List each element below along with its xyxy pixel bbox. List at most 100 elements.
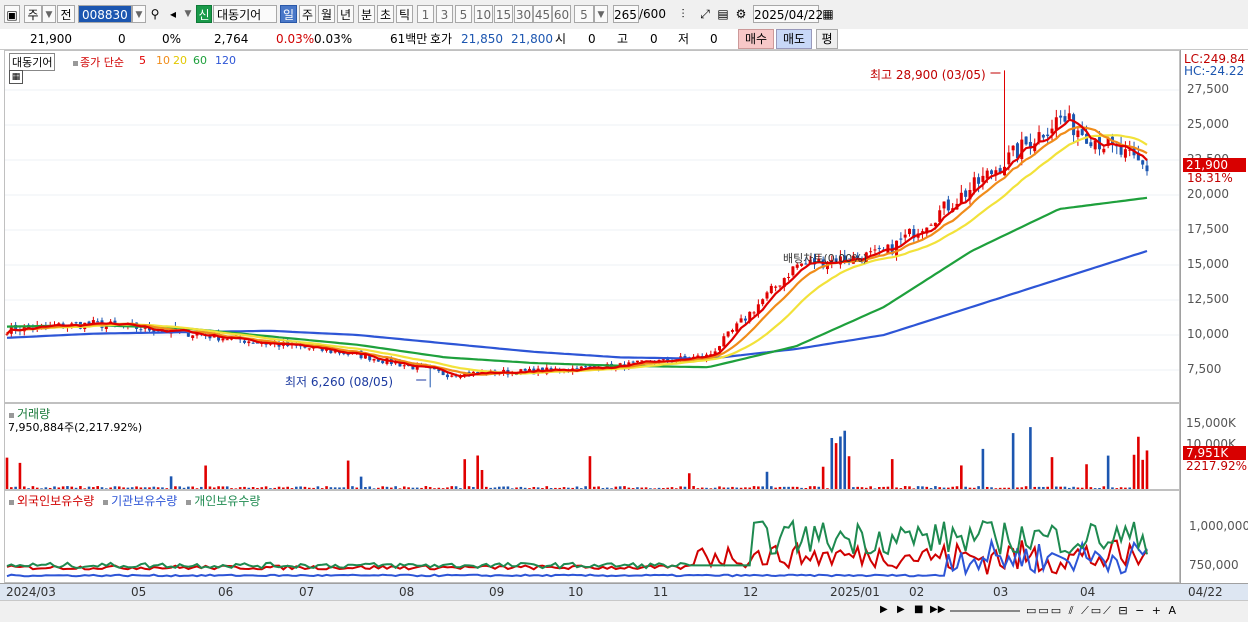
interval-5[interactable]: 5 bbox=[455, 5, 472, 23]
candle-body bbox=[631, 361, 635, 363]
interval-10[interactable]: 10 bbox=[474, 5, 493, 23]
volume-bar bbox=[998, 487, 1002, 489]
interval-60[interactable]: 60 bbox=[552, 5, 571, 23]
code-dropdown-icon[interactable]: ▼ bbox=[132, 5, 146, 23]
candle-body bbox=[523, 368, 527, 371]
prev-button[interactable]: 전 bbox=[57, 5, 75, 23]
volume-bar bbox=[230, 488, 233, 489]
volume-bar bbox=[165, 488, 169, 489]
toolbar: ▣ 주 ▼ 전 008830 ▼ ⚲ ◂ ▼ 신 대동기어 일 주 월 년 분 … bbox=[0, 0, 1248, 30]
candle-body bbox=[402, 365, 406, 367]
period-year[interactable]: 년 bbox=[337, 5, 354, 23]
volume-bar bbox=[277, 486, 281, 489]
interval-input[interactable]: 5 bbox=[574, 5, 594, 23]
volume-bar bbox=[895, 487, 898, 489]
candle-body bbox=[791, 266, 795, 276]
volume-bar bbox=[117, 486, 121, 489]
count-input[interactable]: 265 bbox=[613, 5, 639, 23]
candle-body bbox=[1024, 136, 1028, 145]
layout-icon[interactable]: ▣ bbox=[4, 5, 20, 23]
volume-bar bbox=[657, 487, 661, 489]
chevron-down-icon[interactable]: ▼ bbox=[42, 5, 56, 23]
volume-bar bbox=[342, 487, 346, 489]
interval-1[interactable]: 1 bbox=[417, 5, 434, 23]
search-icon[interactable]: ⚲ bbox=[148, 5, 162, 23]
period-week[interactable]: 주 bbox=[299, 5, 316, 23]
volume-bar bbox=[126, 487, 130, 489]
table-icon[interactable]: ▦ bbox=[9, 70, 23, 84]
volume-bar bbox=[22, 486, 26, 489]
legend-individual: 개인보유수량 bbox=[194, 494, 261, 508]
speaker-icon[interactable]: ◂ bbox=[166, 5, 180, 23]
period-minute[interactable]: 분 bbox=[358, 5, 375, 23]
save-icon[interactable]: ▤ bbox=[716, 5, 730, 23]
crosshair-icon[interactable]: ⤢ bbox=[696, 5, 714, 23]
axis-hc: HC:-24.22 bbox=[1184, 64, 1245, 78]
volume-bar bbox=[942, 487, 946, 489]
sell-button[interactable]: 매도 bbox=[776, 29, 812, 49]
candle-body bbox=[899, 238, 903, 240]
new-badge[interactable]: 신 bbox=[196, 5, 212, 23]
candle-body bbox=[929, 224, 933, 226]
volume-bar bbox=[731, 486, 734, 489]
candle-body bbox=[774, 286, 778, 288]
interval-15[interactable]: 15 bbox=[494, 5, 513, 23]
volume-bar bbox=[450, 486, 454, 489]
candle-icon[interactable]: ⫶ bbox=[674, 5, 692, 23]
volume-bar bbox=[830, 437, 834, 489]
quote-bar: 21,900 0 0% 2,764 0.03% 0.03% 61백만 호가 21… bbox=[0, 29, 1248, 50]
volume-bar bbox=[325, 486, 328, 489]
calendar-icon[interactable]: ▦ bbox=[820, 5, 836, 23]
volume-bar bbox=[934, 486, 937, 489]
volume-bar bbox=[1098, 487, 1101, 489]
quote-low-label: 저 bbox=[678, 32, 690, 46]
volume-bar bbox=[925, 486, 929, 489]
volume-bar bbox=[493, 487, 497, 489]
candle-body bbox=[450, 375, 454, 377]
chevron-down-icon[interactable]: ▼ bbox=[183, 5, 193, 23]
date-input[interactable]: 2025/04/22 bbox=[753, 5, 823, 23]
interval-45[interactable]: 45 bbox=[533, 5, 552, 23]
buy-button[interactable]: 매수 bbox=[738, 29, 774, 49]
interval-3[interactable]: 3 bbox=[436, 5, 453, 23]
scroll-left-icon[interactable]: ▶ bbox=[880, 604, 888, 615]
volume-bar bbox=[463, 459, 467, 489]
candle-body bbox=[225, 339, 229, 341]
volume-bar bbox=[839, 436, 842, 489]
interval-30[interactable]: 30 bbox=[514, 5, 533, 23]
fast-forward-icon[interactable]: ▶▶ bbox=[930, 604, 945, 615]
volume-chart[interactable] bbox=[5, 404, 1179, 489]
stop-icon[interactable]: ■ bbox=[914, 604, 923, 615]
period-day[interactable]: 일 bbox=[280, 5, 297, 23]
volume-bar bbox=[295, 486, 298, 489]
period-second[interactable]: 초 bbox=[377, 5, 394, 23]
quote-volume: 2,764 bbox=[214, 32, 249, 46]
volume-bar bbox=[307, 487, 311, 489]
volume-bar bbox=[243, 486, 246, 489]
chevron-down-icon[interactable]: ▼ bbox=[594, 5, 608, 23]
candle-body bbox=[981, 175, 985, 182]
volume-bar bbox=[869, 486, 872, 489]
volume-bar bbox=[683, 486, 687, 489]
volume-bar bbox=[1111, 487, 1114, 489]
gear-icon[interactable]: ⚙ bbox=[734, 5, 748, 23]
eval-button[interactable]: 평 bbox=[816, 29, 838, 49]
price-chart[interactable] bbox=[5, 51, 1179, 402]
volume-bar bbox=[882, 486, 885, 489]
volume-bar bbox=[53, 486, 56, 489]
volume-bar bbox=[636, 487, 639, 489]
candle-body bbox=[251, 342, 255, 344]
tool-icons[interactable]: ▭▭▭ ⫽ ⟋▭⟋ ⊟ − + A bbox=[1026, 604, 1178, 618]
code-input[interactable]: 008830 bbox=[78, 5, 132, 23]
volume-bar bbox=[653, 488, 657, 489]
candle-body bbox=[584, 366, 588, 368]
volume-bar bbox=[381, 486, 384, 489]
quote-high: 0 bbox=[650, 32, 658, 46]
period-month[interactable]: 월 bbox=[318, 5, 335, 23]
zoom-slider[interactable] bbox=[950, 610, 1020, 612]
period-tick[interactable]: 틱 bbox=[396, 5, 413, 23]
volume-bar bbox=[921, 486, 924, 489]
market-select[interactable]: 주 bbox=[24, 5, 42, 23]
play-icon[interactable]: ▶ bbox=[897, 604, 905, 615]
volume-bar bbox=[977, 486, 980, 489]
